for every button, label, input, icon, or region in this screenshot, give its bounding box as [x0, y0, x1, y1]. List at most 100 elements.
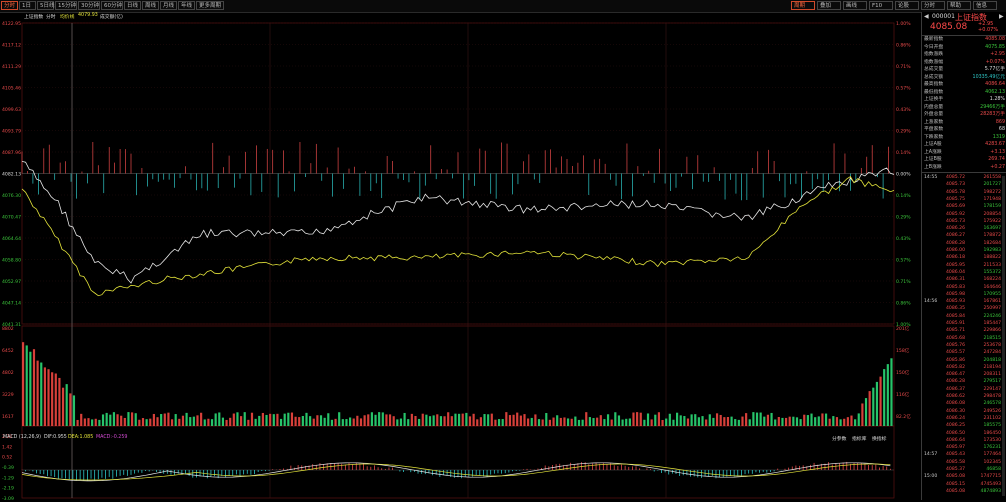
- volume-bar: [112, 412, 116, 426]
- volume-bar: [516, 412, 519, 426]
- tick-volume: 155372: [983, 269, 1001, 275]
- volume-bar: [69, 393, 72, 426]
- stat-label: 今日开盘: [924, 44, 944, 50]
- stat-row: 指数涨幅 +0.07%: [924, 60, 1005, 66]
- volume-bar: [556, 415, 559, 426]
- volume-bar: [494, 419, 497, 426]
- tick-price: 4085.37: [946, 467, 965, 472]
- period-tab-0[interactable]: 分时: [1, 1, 18, 10]
- period-tab-5[interactable]: 60分钟: [101, 1, 123, 10]
- volume-bar: [432, 415, 435, 426]
- volume-bar: [240, 416, 243, 426]
- tick-row: 4085.68 218515: [924, 335, 1005, 342]
- toolbar-button-4[interactable]: 论股: [895, 1, 919, 10]
- tick-row: 4085.73 201727: [924, 181, 1005, 188]
- period-tab-10[interactable]: 更多周期: [196, 1, 224, 10]
- volume-bar: [730, 416, 733, 426]
- volume-bar: [447, 412, 450, 426]
- toolbar-button-5[interactable]: 分时: [921, 1, 945, 10]
- stat-value: 10335.49亿元: [972, 74, 1005, 80]
- period-tab-3[interactable]: 15分钟: [55, 1, 77, 10]
- volume-bar: [697, 417, 700, 426]
- volume-bar: [606, 414, 610, 426]
- pct-tick-label: 0.71%: [896, 279, 911, 285]
- tick-row: 4086.64 173530: [924, 437, 1005, 444]
- volume-bar: [625, 418, 628, 426]
- period-tab-2[interactable]: 5日线: [37, 1, 55, 10]
- stat-label: 下跌家数: [924, 134, 944, 140]
- back-icon[interactable]: ◀: [924, 13, 929, 20]
- volume-bar: [272, 414, 275, 426]
- price-change-pct: +0.07%: [978, 27, 999, 33]
- switch-indicator-button[interactable]: 换指标: [872, 435, 886, 442]
- toolbar-button-7[interactable]: 信息: [973, 1, 997, 10]
- volume-bar: [403, 412, 406, 426]
- toolbar-button-3[interactable]: F10: [869, 1, 893, 10]
- macd-tick-label: 0.52: [2, 455, 12, 461]
- volume-bar: [101, 414, 105, 426]
- stat-label: 指数涨跌: [924, 52, 944, 57]
- volume-bar: [701, 416, 704, 426]
- period-tab-6[interactable]: 日线: [124, 1, 141, 10]
- volume-tick-label: 1617: [2, 414, 14, 420]
- volume-bar: [545, 413, 548, 426]
- tick-price: 4085.82: [946, 364, 965, 370]
- volume-bar: [806, 415, 809, 426]
- tick-scrollbar[interactable]: [1002, 176, 1005, 496]
- pct-tick-label: 0.86%: [896, 301, 911, 307]
- volume-bar: [65, 384, 68, 426]
- volume-bar: [167, 412, 170, 426]
- quote-panel: ◀ 000001 上证指数 ▶ 4085.08 +2.95 +0.07% 最新指…: [921, 12, 1006, 500]
- chart-area[interactable]: 4122.95 1.00% 4117.12 0.86% 4111.29 0.71% 4105…: [0, 12, 921, 502]
- period-tab-4[interactable]: 30分钟: [78, 1, 100, 10]
- volume-bar: [232, 413, 235, 426]
- tick-price: 4086.08: [946, 401, 965, 407]
- tick-volume: 208311: [983, 372, 1001, 378]
- stat-value: 68: [998, 127, 1005, 132]
- toolbar-button-6[interactable]: 帮助: [947, 1, 971, 10]
- stat-value: 4086.64: [985, 82, 1005, 87]
- volume-bar: [428, 416, 432, 426]
- volume-bar: [835, 417, 839, 426]
- period-tab-1[interactable]: 1日: [19, 1, 36, 10]
- period-tab-7[interactable]: 周线: [142, 1, 159, 10]
- stat-label: 最低指数: [924, 89, 944, 95]
- volume-bar: [276, 413, 279, 426]
- indicator-lib-button[interactable]: 指标库: [852, 435, 866, 442]
- volume-bar: [490, 413, 493, 426]
- stat-label: 最高指数: [924, 82, 944, 87]
- volume-bar: [770, 412, 773, 426]
- volume-bar: [305, 412, 308, 426]
- stat-row: 指数涨跌 +2.95: [924, 52, 1005, 58]
- tick-volume: 4745493: [980, 481, 1001, 487]
- tick-volume: 176231: [983, 445, 1001, 451]
- forward-icon[interactable]: ▶: [999, 13, 1004, 20]
- macd-param-button[interactable]: 分参数: [832, 435, 846, 442]
- stat-value: 269.74: [988, 157, 1005, 162]
- volume-bar: [570, 418, 573, 426]
- tick-price: 4085.69: [946, 204, 965, 210]
- toolbar-button-0[interactable]: 周期: [791, 1, 815, 10]
- tick-price: 4086.37: [946, 386, 965, 392]
- tick-row: 4086.37 229147: [924, 386, 1005, 393]
- price-tick-label: 4064.64: [2, 236, 21, 242]
- volume-bar: [628, 418, 631, 426]
- pct-tick-label: 0.00%: [896, 172, 911, 178]
- volume-bar: [788, 416, 791, 426]
- volume-bar: [643, 419, 646, 426]
- toolbar-button-1[interactable]: 叠加: [817, 1, 841, 10]
- period-tab-8[interactable]: 月线: [160, 1, 177, 10]
- tick-row: 4085.91 185447: [924, 320, 1005, 327]
- chart-canvas[interactable]: 4122.95 1.00% 4117.12 0.86% 4111.29 0.71% 4105…: [0, 12, 921, 502]
- toolbar-button-2[interactable]: 画线: [843, 1, 867, 10]
- volume-bar: [679, 415, 682, 426]
- volume-bar: [661, 419, 664, 426]
- tick-volume: 246578: [983, 401, 1001, 407]
- volume-bar: [80, 413, 83, 426]
- tick-volume: 211533: [983, 262, 1001, 268]
- volume-bar: [316, 415, 319, 426]
- volume-bar: [690, 414, 693, 426]
- period-tab-9[interactable]: 年线: [178, 1, 195, 10]
- tick-volume: 204818: [983, 357, 1001, 363]
- tick-volume: 173530: [983, 437, 1001, 443]
